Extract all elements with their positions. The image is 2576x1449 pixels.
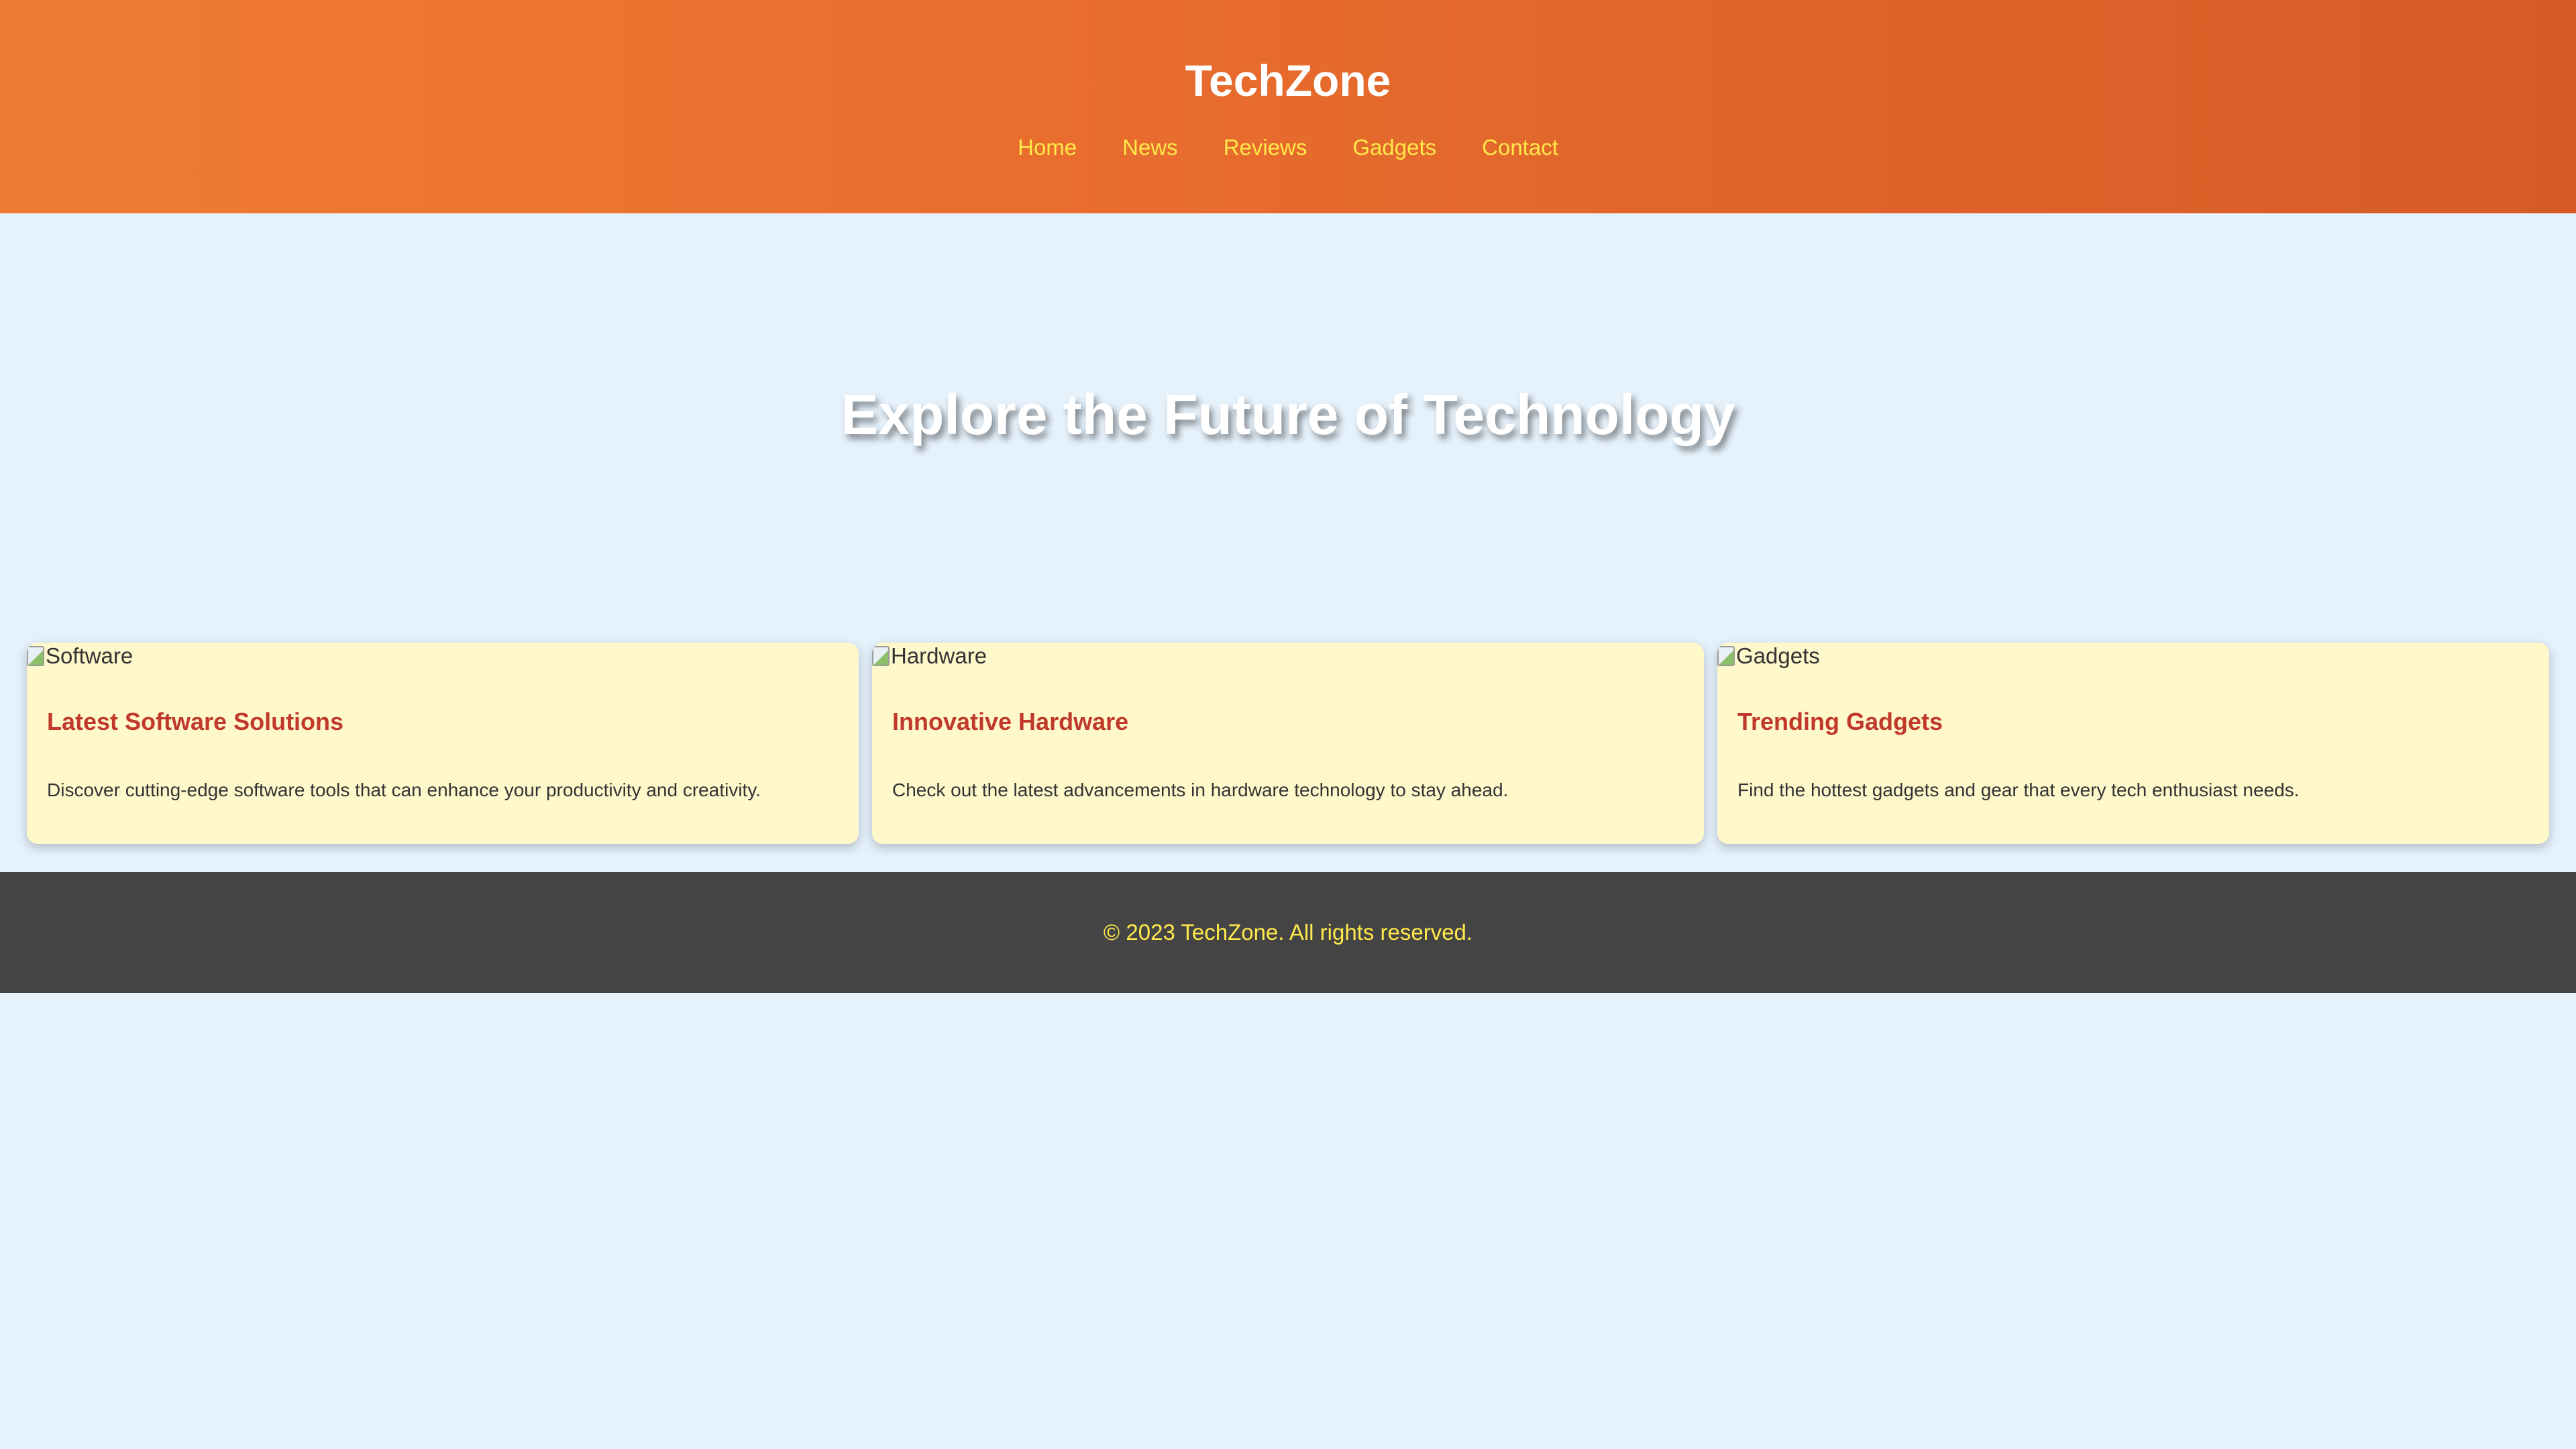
- card-text: Find the hottest gadgets and gear that e…: [1737, 780, 2300, 800]
- card-image-alt: Software: [46, 643, 133, 668]
- nav-link-news[interactable]: News: [1122, 131, 1178, 164]
- card-title: Innovative Hardware: [892, 708, 1129, 735]
- card-image-alt: Hardware: [891, 643, 987, 668]
- card-hardware: Hardware Innovative Hardware Check out t…: [872, 643, 1704, 844]
- nav-link-home[interactable]: Home: [1018, 131, 1077, 164]
- nav-link-contact[interactable]: Contact: [1482, 131, 1558, 164]
- hero-title: Explore the Future of Technology: [841, 383, 1735, 446]
- card-image: Hardware: [872, 643, 987, 669]
- feature-cards: Software Latest Software Solutions Disco…: [27, 643, 2549, 844]
- card-title: Latest Software Solutions: [47, 708, 344, 735]
- card-text: Check out the latest advancements in har…: [892, 780, 1509, 800]
- broken-image-icon: [27, 646, 44, 666]
- nav-link-reviews[interactable]: Reviews: [1224, 131, 1307, 164]
- footer-copyright: © 2023 TechZone. All rights reserved.: [1103, 920, 1473, 945]
- card-image: Gadgets: [1717, 643, 1820, 669]
- broken-image-icon: [1717, 646, 1735, 666]
- site-logo[interactable]: TechZone: [0, 48, 2576, 113]
- card-title: Trending Gadgets: [1737, 708, 1943, 735]
- card-software: Software Latest Software Solutions Disco…: [27, 643, 859, 844]
- main-nav: Home News Reviews Gadgets Contact: [0, 131, 2576, 164]
- card-image: Software: [27, 643, 133, 669]
- card-gadgets: Gadgets Trending Gadgets Find the hottes…: [1717, 643, 2549, 844]
- nav-link-gadgets[interactable]: Gadgets: [1352, 131, 1436, 164]
- site-footer: © 2023 TechZone. All rights reserved.: [0, 872, 2576, 993]
- broken-image-icon: [872, 646, 890, 666]
- card-text: Discover cutting-edge software tools tha…: [47, 780, 761, 800]
- card-image-alt: Gadgets: [1736, 643, 1820, 668]
- site-header: TechZone Home News Reviews Gadgets Conta…: [0, 0, 2576, 213]
